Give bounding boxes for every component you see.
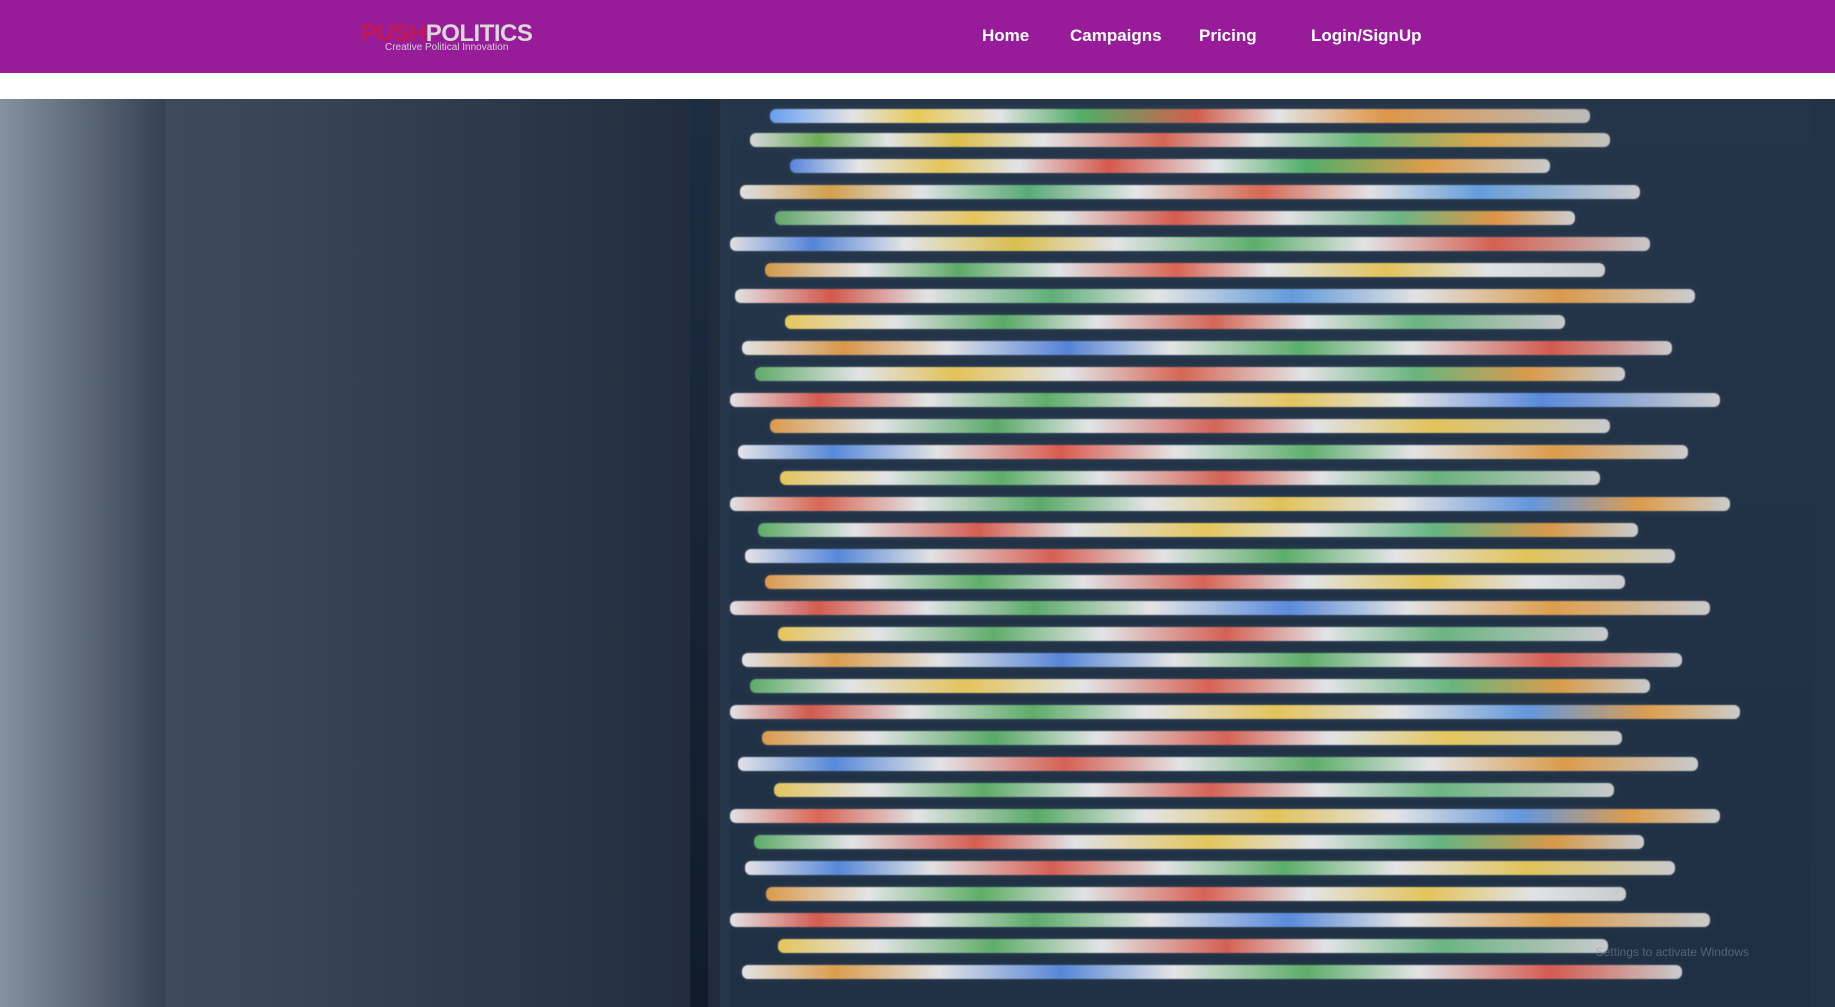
code-line xyxy=(785,315,1565,329)
code-line xyxy=(730,913,1710,927)
code-line xyxy=(770,419,1610,433)
code-line xyxy=(730,809,1720,823)
code-line xyxy=(730,237,1650,251)
monitor-bezel xyxy=(0,99,165,1007)
code-line xyxy=(738,445,1688,459)
code-line xyxy=(742,341,1672,355)
header-spacer xyxy=(0,73,1835,99)
nav-home-link[interactable]: Home xyxy=(982,26,1029,46)
code-line xyxy=(742,965,1682,979)
code-line xyxy=(755,367,1625,381)
code-line xyxy=(774,783,1614,797)
code-line xyxy=(738,757,1698,771)
top-navbar: PUSHPOLITICS Creative Political Innovati… xyxy=(0,0,1835,73)
code-line xyxy=(780,471,1600,485)
code-line xyxy=(790,159,1550,173)
code-screen xyxy=(730,99,1810,1007)
code-line xyxy=(765,263,1605,277)
code-line xyxy=(765,575,1625,589)
code-line xyxy=(730,393,1720,407)
code-line xyxy=(740,185,1640,199)
code-line xyxy=(730,705,1740,719)
code-line xyxy=(766,887,1626,901)
brand-logo[interactable]: PUSHPOLITICS Creative Political Innovati… xyxy=(361,22,533,54)
code-line xyxy=(754,835,1644,849)
code-line xyxy=(778,939,1608,953)
code-line xyxy=(745,549,1675,563)
code-line xyxy=(750,133,1610,147)
watermark-text: Settings to activate Windows xyxy=(1595,945,1749,959)
code-line xyxy=(750,679,1650,693)
code-line xyxy=(730,601,1710,615)
code-line xyxy=(745,861,1675,875)
code-line xyxy=(778,627,1608,641)
code-line xyxy=(730,497,1730,511)
code-line xyxy=(758,523,1638,537)
code-line xyxy=(762,731,1622,745)
nav-campaigns-link[interactable]: Campaigns xyxy=(1070,26,1162,46)
code-line xyxy=(735,289,1695,303)
nav-login-signup-link[interactable]: Login/SignUp xyxy=(1311,26,1421,46)
code-line xyxy=(770,109,1590,123)
nav-pricing-link[interactable]: Pricing xyxy=(1199,26,1257,46)
logo-tagline: Creative Political Innovation xyxy=(385,42,509,53)
hero-code-image: Settings to activate Windows xyxy=(0,99,1835,1007)
code-line xyxy=(775,211,1575,225)
screen-divider xyxy=(690,99,708,1007)
code-line xyxy=(742,653,1682,667)
